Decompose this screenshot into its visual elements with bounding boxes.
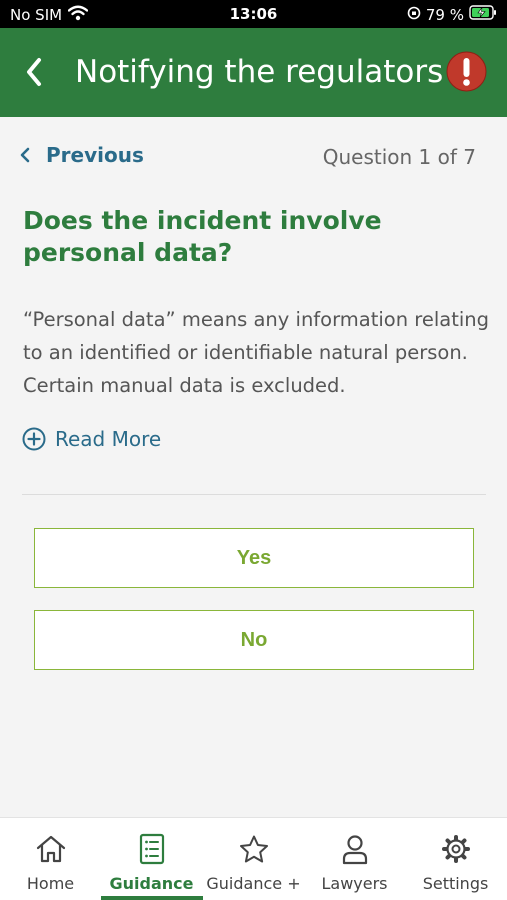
tab-guidance-plus-label: Guidance + (206, 874, 301, 893)
tab-guidance-label: Guidance (109, 874, 194, 893)
question-panel: Previous Question 1 of 7 Does the incide… (0, 117, 507, 817)
previous-label: Previous (46, 143, 144, 167)
chevron-left-icon (27, 58, 41, 86)
orientation-lock-icon (407, 6, 421, 24)
battery-percent: 79 % (425, 5, 464, 24)
person-icon (341, 832, 369, 866)
tab-lawyers[interactable]: Lawyers (304, 818, 405, 900)
chevron-left-icon (20, 147, 30, 163)
gear-icon (441, 832, 471, 866)
yes-button[interactable]: Yes (34, 528, 474, 588)
home-icon (35, 832, 67, 866)
tab-guidance[interactable]: Guidance (101, 818, 202, 900)
tab-bar: Home Guidance Guidance + Lawyers Setting… (0, 817, 507, 900)
page-title: Notifying the regulators (75, 54, 444, 90)
alert-icon[interactable] (446, 51, 487, 92)
battery-charging-icon (469, 5, 497, 24)
active-tab-indicator (101, 896, 203, 900)
status-right: 79 % (407, 5, 497, 24)
tab-settings[interactable]: Settings (405, 818, 506, 900)
read-more-link[interactable]: Read More (22, 427, 161, 451)
tab-lawyers-label: Lawyers (321, 874, 388, 893)
star-icon (238, 832, 270, 866)
divider (22, 494, 486, 495)
question-counter: Question 1 of 7 (322, 145, 476, 169)
question-description: “Personal data” means any information re… (23, 308, 490, 397)
app-header: Notifying the regulators (0, 28, 507, 117)
question-title: Does the incident involve personal data? (23, 206, 382, 267)
tab-home-label: Home (26, 874, 75, 893)
tab-home[interactable]: Home (0, 818, 101, 900)
previous-link[interactable]: Previous (20, 143, 144, 167)
list-document-icon (139, 832, 165, 866)
tab-guidance-plus[interactable]: Guidance + (203, 818, 304, 900)
tab-settings-label: Settings (422, 874, 489, 893)
status-bar: No SIM 13:06 79 % (0, 0, 507, 28)
back-button[interactable] (16, 52, 52, 92)
no-button[interactable]: No (34, 610, 474, 670)
read-more-label: Read More (55, 427, 162, 451)
plus-circle-icon (22, 427, 46, 451)
